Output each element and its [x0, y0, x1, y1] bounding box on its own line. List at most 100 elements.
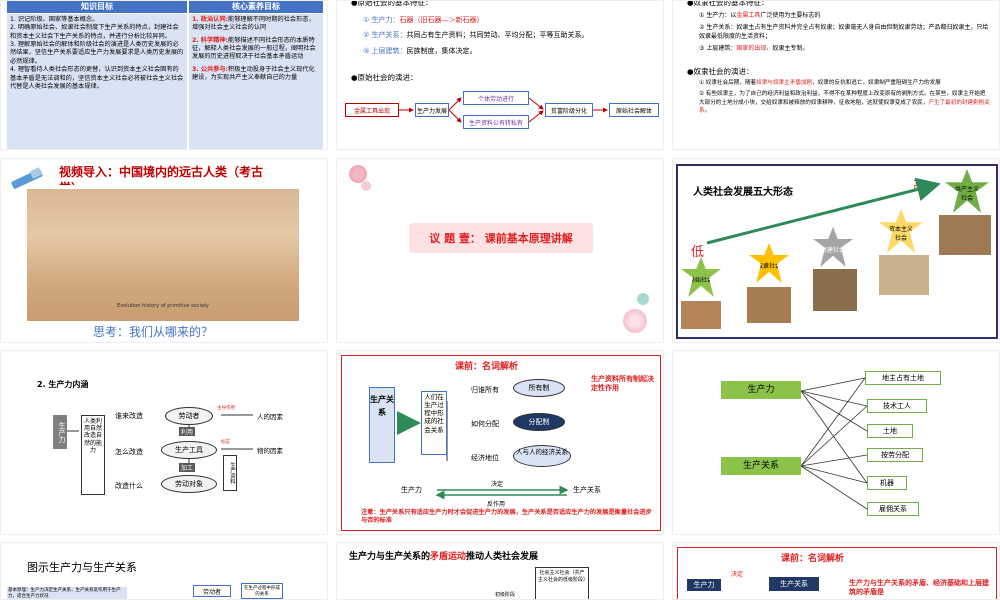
video-title: 视频导入：中国境内的远古人类（考古学） [59, 165, 264, 185]
question-how: 怎么改造 [115, 448, 143, 456]
bottom-productivity: 生产力 [401, 486, 422, 494]
option-employment[interactable]: 雇佣关系 [867, 502, 919, 516]
slide-2-primitive-society[interactable]: ●原始社会的基本特征： ① 生产力：石器（旧石器—＞新石器） ② 生产关系：共同… [336, 0, 664, 150]
slide-12-terms[interactable]: 课前：名词解析 决定 生产力 生产关系 生产力与生产关系的矛盾、经济基础和上层建… [672, 542, 1000, 600]
option-machine[interactable]: 机器 [867, 476, 907, 490]
option-skilled-worker[interactable]: 技术工人 [867, 399, 927, 413]
bottom-relations: 生产关系 [573, 486, 601, 494]
flower-decoration-icon [623, 309, 647, 333]
relation-box: 在生产过程中形成的关系 [241, 583, 283, 599]
slide-9-matching[interactable]: 生产力 生产关系 地主占有土地 技术工人 土地 按劳分配 机器 雇佣关系 [672, 350, 1000, 535]
literacy-item: 1. 政治认同:能够理解不同时期的社会形态，增强对社会主义社会的认同 [192, 16, 315, 32]
flow-individual-labor: 个体劳动进行 [463, 91, 529, 105]
evolution-item: ① 奴隶社会后期，随着奴隶与奴隶主矛盾加剧，奴隶的反抗和逃亡，奴隶制严重阻碍生产… [699, 80, 941, 86]
literacy-column: 1. 政治认同:能够理解不同时期的社会形态，增强对社会主义社会的认同 2. 科学… [189, 14, 323, 149]
slide-4-video-intro[interactable]: 视频导入：中国境内的远古人类（考古学） Evolution history of… [0, 158, 328, 343]
think-question: 思考：我们从哪来的？ [93, 325, 214, 339]
tag-leading: 主导作用 [217, 406, 235, 411]
table-header-knowledge: 知识目标 [7, 1, 187, 13]
topic-banner: 议 题 壹： 课前基本原理讲解 [409, 223, 593, 253]
object-box: 劳动对象 [161, 475, 217, 493]
feature-list: ① 生产力：以金属工具广泛使用为主要标志的 ② 生产关系：奴隶主占有生产资料并完… [699, 11, 991, 53]
option-land[interactable]: 土地 [867, 424, 913, 438]
flow-class-division: 贫富阶级分化 [545, 103, 593, 117]
material-factor: 物的因素 [257, 447, 283, 455]
use-label: 利用 [179, 427, 196, 436]
option-distribution[interactable]: 按劳分配 [867, 448, 923, 462]
ownership-note: 生产资料所有制起决定性作用 [591, 375, 654, 393]
knowledge-column: 1. 识记阶级、国家等基本概念。 2. 明确原始社会、奴隶社会制度下生产关系的特… [7, 14, 187, 149]
warning-note: 注意：生产关系只有适应生产力时才会促进生产力的发展，生产关系是否适应生产力的发展… [361, 509, 652, 525]
slide-grid: 知识目标 核心素养目标 1. 识记阶级、国家等基本概念。 2. 明确原始社会、奴… [0, 0, 1000, 600]
row-distribution-value: 分配制 [513, 413, 565, 431]
laborer-box: 劳动者 [165, 407, 213, 425]
feature-item: ③ 上层建筑：国家的出现、奴隶主专制。 [699, 45, 809, 52]
literacy-item: 2. 科学精神:能够描述不同社会形态的本质特征，解释人类社会发展的一般过程，阐明… [192, 36, 316, 61]
productivity-box: 生产力 [53, 415, 67, 449]
flow-dissolution: 原始社会解体 [609, 103, 659, 117]
react-label: 反作用 [487, 501, 506, 508]
human-factor: 人的因素 [257, 413, 283, 421]
pen-icon [9, 167, 47, 190]
productivity-box: 生产力 [687, 579, 721, 591]
heading-features: ●奴隶社会的基本特征： [687, 0, 769, 7]
flow-private-ownership: 生产资料公有转私有 [463, 115, 529, 129]
means-box: 生产资料 [223, 455, 237, 491]
decide-label: 决定 [731, 571, 744, 578]
laborer-box: 劳动者 [193, 585, 231, 597]
heading-evolution: ●奴隶社会的演进： [687, 67, 754, 76]
knowledge-item: 4. 理智看待人类社会形态的更替，认识到资本主义社会固有的基本矛盾是无法调和的，… [10, 66, 184, 90]
slide-10-diagram[interactable]: 图示生产力与生产关系 基本原理：生产力决定生产关系，生产关系反作用于生产力，适合… [0, 542, 328, 600]
picture-primitive [681, 301, 721, 329]
question-who: 谁来改造 [115, 412, 143, 420]
slide-7-productivity[interactable]: 2. 生产力内涵 生产力 人类利用自然改造自然的能力 谁来改造 怎么改造 改造什… [0, 350, 328, 535]
picture-slave [747, 287, 791, 323]
row-owner-key: 归谁所有 [471, 386, 499, 394]
row-distribution-key: 如何分配 [471, 420, 499, 428]
slide-title: 课前：名词解析 [781, 554, 845, 564]
definition-box: 人们在生产过程中形成的社会关系 [421, 391, 447, 455]
process-label: 加工 [179, 463, 196, 472]
video-thumbnail[interactable]: Evolution history of primitive society [27, 189, 299, 321]
option-landlord[interactable]: 地主占有土地 [865, 371, 941, 385]
productivity-lines [65, 414, 253, 469]
socialism-box: 社会主义社会（共产主义社会的低级阶段） [535, 567, 589, 599]
flow-metal-tools: 金属工具出现 [345, 103, 399, 117]
slide-8-relations-terms[interactable]: 课前：名词解析 生产关系 人们在生产过程中形成的社会关系 归谁所有 所有制 如何… [336, 350, 664, 535]
productivity-node[interactable]: 生产力 [721, 381, 801, 399]
knowledge-item: 3. 理解原始社会的解体和阶级社会的演进是人类历史发展的必然结果，坚信生产关系要… [10, 41, 184, 65]
row-status-key: 经济地位 [471, 454, 499, 462]
picture-feudal [813, 269, 857, 311]
slide-5-topic-one[interactable]: 议 题 壹： 课前基本原理讲解 [336, 158, 664, 343]
principle-note: 基本原理：生产力决定生产关系，生产关系反作用于生产力，适合生产力状况 [7, 587, 127, 599]
topic-title: 议 题 壹： 课前基本原理讲解 [429, 232, 573, 245]
slide-title: 生产力与生产关系的矛盾运动推动人类社会发展 [349, 552, 539, 562]
leaf-decoration-icon [637, 293, 649, 305]
slide-11-contradiction[interactable]: 生产力与生产关系的矛盾运动推动人类社会发展 社会主义社会（共产主义社会的低级阶段… [336, 542, 664, 600]
slide-1-objectives[interactable]: 知识目标 核心素养目标 1. 识记阶级、国家等基本概念。 2. 明确原始社会、奴… [0, 0, 328, 150]
table-header-literacy: 核心素养目标 [189, 1, 323, 13]
tool-box: 生产工具 [161, 441, 217, 459]
flow-productivity: 生产力发展 [415, 103, 449, 117]
feature-item: ① 生产力：以金属工具广泛使用为主要标志的 [699, 12, 821, 19]
evolution-list: ① 奴隶社会后期，随着奴隶与奴隶主矛盾加剧，奴隶的反抗和逃亡，奴隶制严重阻碍生产… [699, 79, 991, 116]
contradiction-note: 生产力与生产关系的矛盾、经济基础和上层建筑的矛盾是 [849, 579, 989, 597]
picture-communist [939, 215, 991, 255]
evolution-item: ② 有些奴隶主，为了自己的经济利益和政治利益，不得不在某种程度上改变原有的剥削方… [699, 91, 990, 115]
tag-sign: 标志 [221, 440, 230, 445]
question-what: 改造什么 [115, 482, 143, 490]
picture-capitalist [879, 255, 929, 295]
decide-label: 决定 [491, 481, 504, 488]
matching-lines [800, 377, 868, 510]
relations-node[interactable]: 生产关系 [721, 457, 801, 475]
slide-title: 图示生产力与生产关系 [27, 561, 137, 574]
row-owner-value: 所有制 [513, 379, 565, 397]
row-status-value: 人与人的经济关系 [513, 445, 571, 467]
stage-label: 初级阶段 [495, 592, 516, 598]
video-caption: Evolution history of primitive society [117, 303, 209, 309]
slide-6-five-forms[interactable]: 人类社会发展五大形态 高 低 原始社会 奴隶社会 封建社会 资本主义社会 共产主… [672, 158, 1000, 343]
knowledge-item: 2. 明确原始社会、奴隶社会制度下生产关系的特点，封建社会和资本主义社会下生产关… [10, 24, 179, 40]
slide-3-slave-society[interactable]: ●奴隶社会的基本特征： ① 生产力：以金属工具广泛使用为主要标志的 ② 生产关系… [672, 0, 1000, 150]
literacy-item: 3. 公共参与:积极主动投身于社会主义现代化建设，为实现共产主义奉献自己的力量 [192, 65, 315, 82]
feature-item: ② 生产关系：奴隶主占有生产资料并完全占有奴隶；奴隶毫无人身自由但制奴隶劳动；产… [699, 24, 989, 40]
